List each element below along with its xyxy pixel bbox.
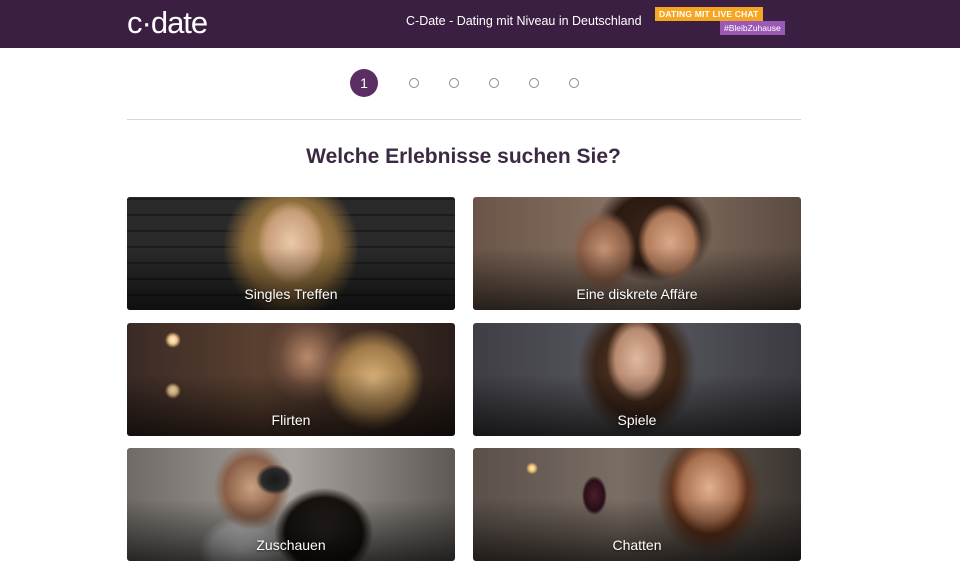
option-card-flirten[interactable]: Flirten bbox=[127, 323, 455, 436]
option-label: Flirten bbox=[271, 412, 311, 428]
option-card-diskrete-affaere[interactable]: Eine diskrete Affäre bbox=[473, 197, 801, 310]
step-4-dot[interactable] bbox=[489, 78, 499, 88]
option-label: Zuschauen bbox=[256, 537, 326, 553]
option-label: Eine diskrete Affäre bbox=[576, 286, 698, 302]
step-progress-indicator: 1 bbox=[0, 69, 960, 97]
section-divider bbox=[127, 119, 801, 120]
option-card-chatten[interactable]: Chatten bbox=[473, 448, 801, 561]
c-date-logo[interactable]: c·date bbox=[127, 5, 208, 41]
option-card-zuschauen[interactable]: Zuschauen bbox=[127, 448, 455, 561]
header-tagline: C-Date - Dating mit Niveau in Deutschlan… bbox=[406, 14, 642, 28]
step-6-dot[interactable] bbox=[569, 78, 579, 88]
live-chat-badge: DATING MIT LIVE CHAT bbox=[655, 7, 763, 21]
step-5-dot[interactable] bbox=[529, 78, 539, 88]
option-card-spiele[interactable]: Spiele bbox=[473, 323, 801, 436]
option-label: Spiele bbox=[617, 412, 657, 428]
option-label: Chatten bbox=[612, 537, 662, 553]
question-title: Welche Erlebnisse suchen Sie? bbox=[306, 145, 621, 168]
option-label: Singles Treffen bbox=[244, 286, 338, 302]
option-card-singles-treffen[interactable]: Singles Treffen bbox=[127, 197, 455, 310]
step-3-dot[interactable] bbox=[449, 78, 459, 88]
step-2-dot[interactable] bbox=[409, 78, 419, 88]
top-header-bar: c·date C-Date - Dating mit Niveau in Deu… bbox=[0, 0, 960, 48]
bleib-zuhause-badge: #BleibZuhause bbox=[720, 21, 785, 35]
step-1-active[interactable]: 1 bbox=[350, 69, 378, 97]
